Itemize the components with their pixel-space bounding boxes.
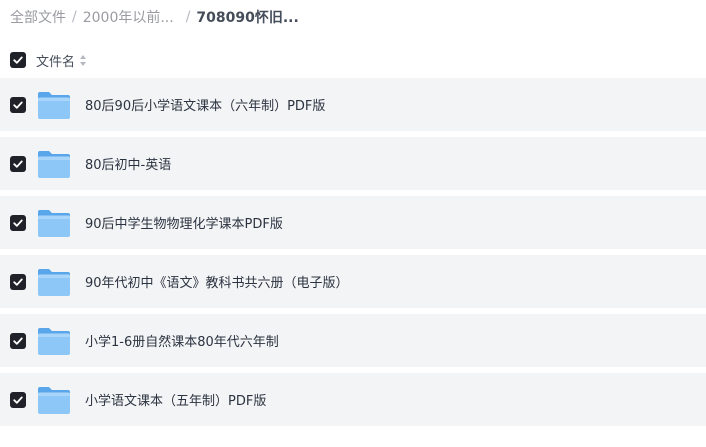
folder-icon	[37, 149, 71, 179]
file-row[interactable]: 80后初中-英语	[0, 137, 706, 190]
check-icon	[13, 56, 23, 64]
row-checkbox[interactable]	[10, 391, 26, 408]
file-row[interactable]: 80后90后小学语文课本（六年制）PDF版	[0, 78, 706, 131]
folder-icon	[37, 326, 71, 356]
folder-icon	[37, 208, 71, 238]
file-name[interactable]: 小学语文课本（五年制）PDF版	[85, 390, 266, 409]
file-row[interactable]: 90年代初中《语文》教科书共六册（电子版）	[0, 255, 706, 308]
folder-icon	[37, 90, 71, 120]
row-checkbox[interactable]	[10, 214, 26, 231]
breadcrumb-separator: /	[72, 9, 77, 25]
file-list: 80后90后小学语文课本（六年制）PDF版 80后初中-英语 90后中学生物物理化学…	[0, 78, 706, 432]
file-name[interactable]: 90后中学生物物理化学课本PDF版	[85, 213, 283, 232]
check-icon	[13, 278, 23, 286]
breadcrumb-item-parent[interactable]: 2000年以前...	[83, 7, 174, 27]
check-icon	[13, 101, 23, 109]
filename-column-label[interactable]: 文件名	[36, 51, 75, 70]
row-checkbox[interactable]	[10, 273, 26, 290]
breadcrumb: 全部文件 / 2000年以前... / 708090怀旧...	[10, 6, 299, 28]
breadcrumb-item-root[interactable]: 全部文件	[10, 7, 66, 27]
file-row[interactable]: 90后中学生物物理化学课本PDF版	[0, 196, 706, 249]
check-icon	[13, 219, 23, 227]
file-name[interactable]: 小学1-6册自然课本80年代六年制	[85, 331, 279, 350]
breadcrumb-item-current: 708090怀旧...	[196, 10, 299, 26]
folder-icon	[37, 385, 71, 415]
row-checkbox[interactable]	[10, 155, 26, 172]
check-icon	[13, 337, 23, 345]
check-icon	[13, 160, 23, 168]
select-all-checkbox[interactable]	[10, 52, 26, 68]
file-name[interactable]: 80后90后小学语文课本（六年制）PDF版	[85, 95, 325, 114]
file-name[interactable]: 80后初中-英语	[85, 154, 171, 173]
check-icon	[13, 396, 23, 404]
folder-icon	[37, 267, 71, 297]
file-list-header: 文件名	[10, 50, 87, 70]
file-row[interactable]: 小学1-6册自然课本80年代六年制	[0, 314, 706, 367]
row-checkbox[interactable]	[10, 332, 26, 349]
sort-icon[interactable]	[79, 53, 87, 67]
file-name[interactable]: 90年代初中《语文》教科书共六册（电子版）	[85, 272, 349, 291]
breadcrumb-separator: /	[185, 9, 191, 25]
file-row[interactable]: 小学语文课本（五年制）PDF版	[0, 373, 706, 426]
row-checkbox[interactable]	[10, 96, 26, 113]
